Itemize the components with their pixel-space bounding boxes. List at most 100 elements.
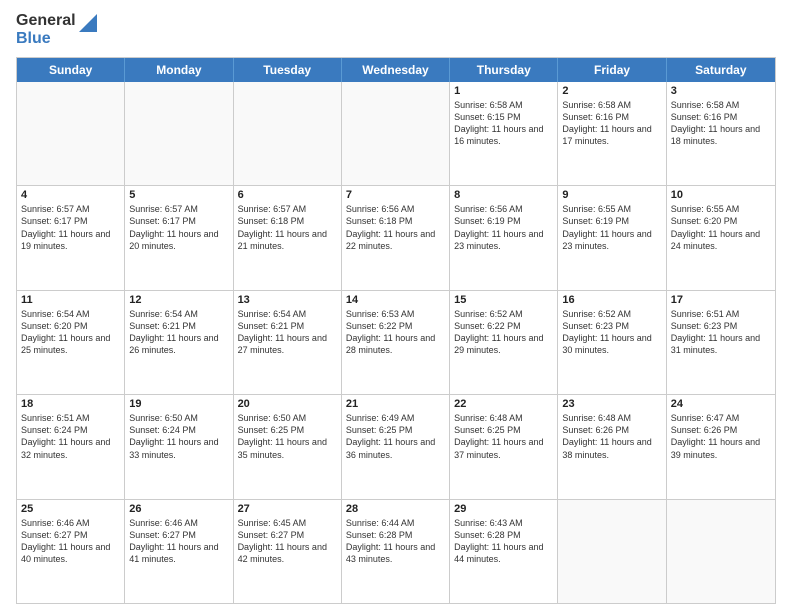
day-info: Sunrise: 6:52 AM Sunset: 6:23 PM Dayligh… [562, 308, 661, 357]
day-info: Sunrise: 6:50 AM Sunset: 6:24 PM Dayligh… [129, 412, 228, 461]
calendar-week-3: 11 Sunrise: 6:54 AM Sunset: 6:20 PM Dayli… [17, 290, 775, 394]
day-number: 6 [238, 189, 337, 201]
day-number: 21 [346, 398, 445, 410]
calendar-day-2: 2 Sunrise: 6:58 AM Sunset: 6:16 PM Daylig… [558, 82, 666, 185]
day-number: 11 [21, 294, 120, 306]
calendar-day-7: 7 Sunrise: 6:56 AM Sunset: 6:18 PM Daylig… [342, 186, 450, 289]
calendar-day-9: 9 Sunrise: 6:55 AM Sunset: 6:19 PM Daylig… [558, 186, 666, 289]
day-info: Sunrise: 6:46 AM Sunset: 6:27 PM Dayligh… [21, 517, 120, 566]
page: General Blue SundayMondayTuesdayWednesda… [0, 0, 792, 612]
calendar-day-27: 27 Sunrise: 6:45 AM Sunset: 6:27 PM Dayli… [234, 500, 342, 603]
calendar-day-8: 8 Sunrise: 6:56 AM Sunset: 6:19 PM Daylig… [450, 186, 558, 289]
calendar-day-4: 4 Sunrise: 6:57 AM Sunset: 6:17 PM Daylig… [17, 186, 125, 289]
day-number: 23 [562, 398, 661, 410]
day-number: 27 [238, 503, 337, 515]
calendar-day-29: 29 Sunrise: 6:43 AM Sunset: 6:28 PM Dayli… [450, 500, 558, 603]
calendar-day-23: 23Sunrise: 6:48 AM Sunset: 6:26 PM Dayli… [558, 395, 666, 498]
day-info: Sunrise: 6:46 AM Sunset: 6:27 PM Dayligh… [129, 517, 228, 566]
day-header-friday: Friday [558, 58, 666, 82]
day-info: Sunrise: 6:54 AM Sunset: 6:20 PM Dayligh… [21, 308, 120, 357]
day-header-saturday: Saturday [667, 58, 775, 82]
logo-blue-text: Blue [16, 30, 76, 48]
calendar-week-5: 25 Sunrise: 6:46 AM Sunset: 6:27 PM Dayli… [17, 499, 775, 603]
calendar-empty-cell [234, 82, 342, 185]
calendar-day-26: 26 Sunrise: 6:46 AM Sunset: 6:27 PM Dayli… [125, 500, 233, 603]
calendar-header: SundayMondayTuesdayWednesdayThursdayFrid… [17, 58, 775, 82]
calendar-day-19: 19 Sunrise: 6:50 AM Sunset: 6:24 PM Dayli… [125, 395, 233, 498]
day-info: Sunrise: 6:58 AM Sunset: 6:16 PM Dayligh… [562, 99, 661, 148]
day-number: 15 [454, 294, 553, 306]
day-info: Sunrise: 6:51 AM Sunset: 6:24 PM Dayligh… [21, 412, 120, 461]
calendar-day-16: 16Sunrise: 6:52 AM Sunset: 6:23 PM Dayli… [558, 291, 666, 394]
day-number: 4 [21, 189, 120, 201]
calendar-empty-cell [558, 500, 666, 603]
day-number: 10 [671, 189, 771, 201]
day-info: Sunrise: 6:58 AM Sunset: 6:15 PM Dayligh… [454, 99, 553, 148]
calendar-empty-cell [125, 82, 233, 185]
day-header-wednesday: Wednesday [342, 58, 450, 82]
day-info: Sunrise: 6:54 AM Sunset: 6:21 PM Dayligh… [238, 308, 337, 357]
calendar-week-4: 18Sunrise: 6:51 AM Sunset: 6:24 PM Dayli… [17, 394, 775, 498]
calendar-day-28: 28 Sunrise: 6:44 AM Sunset: 6:28 PM Dayli… [342, 500, 450, 603]
day-number: 22 [454, 398, 553, 410]
calendar-day-18: 18Sunrise: 6:51 AM Sunset: 6:24 PM Dayli… [17, 395, 125, 498]
logo: General Blue [16, 12, 97, 49]
day-header-sunday: Sunday [17, 58, 125, 82]
calendar-empty-cell [667, 500, 775, 603]
calendar-empty-cell [342, 82, 450, 185]
calendar-day-3: 3 Sunrise: 6:58 AM Sunset: 6:16 PM Daylig… [667, 82, 775, 185]
day-number: 25 [21, 503, 120, 515]
day-info: Sunrise: 6:44 AM Sunset: 6:28 PM Dayligh… [346, 517, 445, 566]
day-info: Sunrise: 6:53 AM Sunset: 6:22 PM Dayligh… [346, 308, 445, 357]
calendar-day-22: 22 Sunrise: 6:48 AM Sunset: 6:25 PM Dayli… [450, 395, 558, 498]
day-info: Sunrise: 6:55 AM Sunset: 6:20 PM Dayligh… [671, 203, 771, 252]
day-info: Sunrise: 6:45 AM Sunset: 6:27 PM Dayligh… [238, 517, 337, 566]
day-header-monday: Monday [125, 58, 233, 82]
day-info: Sunrise: 6:48 AM Sunset: 6:25 PM Dayligh… [454, 412, 553, 461]
logo-arrow-icon [79, 14, 97, 32]
calendar: SundayMondayTuesdayWednesdayThursdayFrid… [16, 57, 776, 604]
day-info: Sunrise: 6:57 AM Sunset: 6:17 PM Dayligh… [21, 203, 120, 252]
day-info: Sunrise: 6:55 AM Sunset: 6:19 PM Dayligh… [562, 203, 661, 252]
calendar-day-13: 13 Sunrise: 6:54 AM Sunset: 6:21 PM Dayli… [234, 291, 342, 394]
calendar-day-20: 20Sunrise: 6:50 AM Sunset: 6:25 PM Dayli… [234, 395, 342, 498]
day-info: Sunrise: 6:52 AM Sunset: 6:22 PM Dayligh… [454, 308, 553, 357]
day-info: Sunrise: 6:58 AM Sunset: 6:16 PM Dayligh… [671, 99, 771, 148]
day-number: 9 [562, 189, 661, 201]
calendar-week-2: 4 Sunrise: 6:57 AM Sunset: 6:17 PM Daylig… [17, 185, 775, 289]
calendar-day-21: 21 Sunrise: 6:49 AM Sunset: 6:25 PM Dayli… [342, 395, 450, 498]
day-number: 8 [454, 189, 553, 201]
calendar-day-5: 5 Sunrise: 6:57 AM Sunset: 6:17 PM Daylig… [125, 186, 233, 289]
calendar-day-6: 6Sunrise: 6:57 AM Sunset: 6:18 PM Daylig… [234, 186, 342, 289]
day-header-thursday: Thursday [450, 58, 558, 82]
logo-combined: General Blue [16, 12, 97, 49]
day-header-tuesday: Tuesday [234, 58, 342, 82]
day-number: 28 [346, 503, 445, 515]
day-info: Sunrise: 6:43 AM Sunset: 6:28 PM Dayligh… [454, 517, 553, 566]
day-info: Sunrise: 6:56 AM Sunset: 6:18 PM Dayligh… [346, 203, 445, 252]
day-number: 5 [129, 189, 228, 201]
calendar-day-24: 24 Sunrise: 6:47 AM Sunset: 6:26 PM Dayli… [667, 395, 775, 498]
day-info: Sunrise: 6:49 AM Sunset: 6:25 PM Dayligh… [346, 412, 445, 461]
day-number: 7 [346, 189, 445, 201]
day-number: 3 [671, 85, 771, 97]
day-number: 20 [238, 398, 337, 410]
calendar-day-15: 15 Sunrise: 6:52 AM Sunset: 6:22 PM Dayli… [450, 291, 558, 394]
day-number: 12 [129, 294, 228, 306]
calendar-day-11: 11 Sunrise: 6:54 AM Sunset: 6:20 PM Dayli… [17, 291, 125, 394]
day-number: 29 [454, 503, 553, 515]
calendar-day-17: 17Sunrise: 6:51 AM Sunset: 6:23 PM Dayli… [667, 291, 775, 394]
day-info: Sunrise: 6:56 AM Sunset: 6:19 PM Dayligh… [454, 203, 553, 252]
day-number: 14 [346, 294, 445, 306]
calendar-day-12: 12Sunrise: 6:54 AM Sunset: 6:21 PM Dayli… [125, 291, 233, 394]
day-info: Sunrise: 6:47 AM Sunset: 6:26 PM Dayligh… [671, 412, 771, 461]
day-number: 1 [454, 85, 553, 97]
day-number: 17 [671, 294, 771, 306]
day-number: 26 [129, 503, 228, 515]
day-number: 19 [129, 398, 228, 410]
day-number: 13 [238, 294, 337, 306]
day-info: Sunrise: 6:57 AM Sunset: 6:17 PM Dayligh… [129, 203, 228, 252]
day-number: 2 [562, 85, 661, 97]
day-number: 24 [671, 398, 771, 410]
calendar-day-10: 10 Sunrise: 6:55 AM Sunset: 6:20 PM Dayli… [667, 186, 775, 289]
